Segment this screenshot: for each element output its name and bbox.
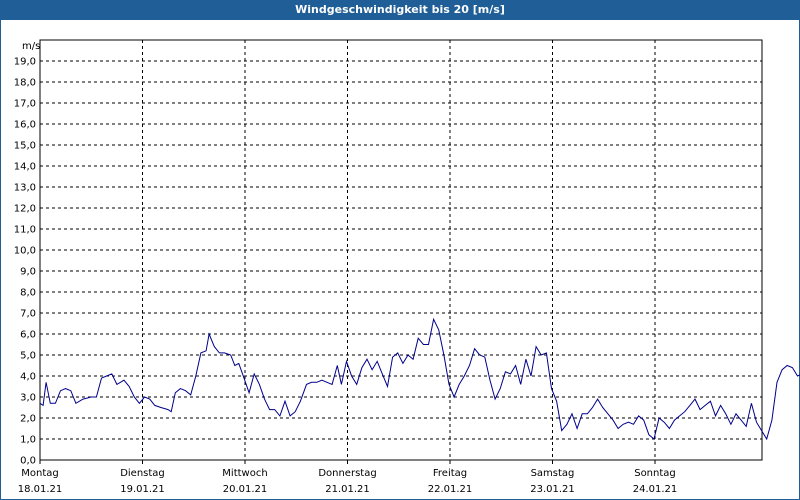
- y-tick-label: 5,0: [20, 351, 36, 362]
- y-tick-label: 16,0: [14, 120, 36, 131]
- y-tick-label: 14,0: [14, 162, 36, 173]
- x-tick-date: 24.01.21: [633, 484, 678, 495]
- y-tick-label: 4,0: [20, 372, 36, 383]
- y-tick-label: 1,0: [20, 435, 36, 446]
- x-tick-date: 20.01.21: [223, 484, 268, 495]
- y-tick-label: 11,0: [14, 225, 36, 236]
- y-tick-label: 12,0: [14, 204, 36, 215]
- x-tick-date: 22.01.21: [428, 484, 473, 495]
- series-line-wind-speed: [39, 317, 800, 441]
- x-tick-day-name: Montag: [21, 468, 58, 479]
- y-tick-label: 19,0: [14, 57, 36, 68]
- x-tick-day-name: Mittwoch: [222, 468, 267, 479]
- x-tick-date: 23.01.21: [530, 484, 575, 495]
- y-axis-label: m/s: [22, 41, 40, 52]
- x-tick-day-name: Dienstag: [120, 468, 165, 479]
- y-tick-label: 13,0: [14, 183, 36, 194]
- x-tick-day-name: Sonntag: [634, 468, 676, 479]
- x-tick-date: 19.01.21: [120, 484, 165, 495]
- y-tick-label: 9,0: [20, 267, 36, 278]
- y-tick-label: 2,0: [20, 414, 36, 425]
- x-tick-day-name: Donnerstag: [318, 468, 376, 479]
- x-tick-day-name: Freitag: [433, 468, 467, 479]
- y-tick-label: 7,0: [20, 309, 36, 320]
- y-tick-label: 3,0: [20, 393, 36, 404]
- y-tick-label: 8,0: [20, 288, 36, 299]
- chart-canvas: m/s 0,0 1,0 2,0 3,0 4,0 5,0 6,0 7,0 8,0 9,0 10,0 11…: [14, 39, 800, 495]
- x-tick-date: 18.01.21: [18, 484, 63, 495]
- y-tick-label: 0,0: [20, 456, 36, 467]
- y-tick-label: 15,0: [14, 141, 36, 152]
- x-tick-date: 21.01.21: [325, 484, 370, 495]
- y-tick-label: 17,0: [14, 99, 36, 110]
- y-tick-label: 18,0: [14, 78, 36, 89]
- y-tick-label: 6,0: [20, 330, 36, 341]
- y-tick-label: 10,0: [14, 246, 36, 257]
- x-tick-day-name: Samstag: [531, 468, 575, 479]
